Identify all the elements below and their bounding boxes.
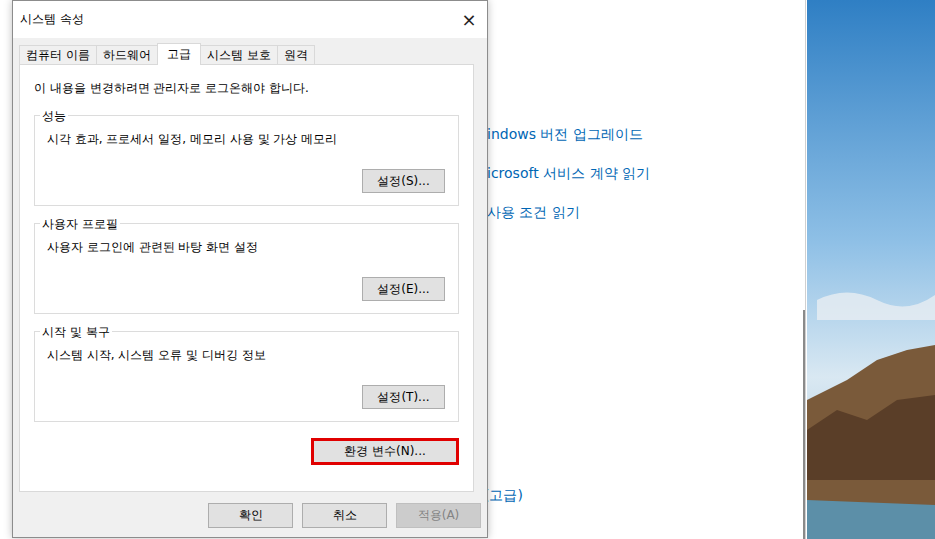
link[interactable]: indows 버전 업그레이드 [487, 124, 805, 144]
dialog-button[interactable]: 확인 [208, 503, 293, 528]
tab[interactable]: 고급 [157, 43, 201, 65]
group-description: 시스템 시작, 시스템 오류 및 디버깅 정보 [47, 347, 445, 363]
screen: indows 버전 업그레이드 icrosoft 서비스 계약 읽기사용 조건 읽… [0, 0, 935, 539]
link[interactable]: 사용 조건 읽기 [487, 202, 805, 222]
environment-variables-button[interactable]: 환경 변수(N)... [311, 438, 459, 465]
group-box: 시작 및 복구 시스템 시작, 시스템 오류 및 디버깅 정보 설정(T)... [34, 331, 459, 422]
tab-panel: 이 내용을 변경하려면 관리자로 로그온해야 합니다. 성능 시각 효과, 프로… [19, 64, 474, 492]
dialog-button[interactable]: 적용(A) [396, 503, 481, 528]
dialog-button[interactable]: 취소 [302, 503, 387, 528]
admin-notice: 이 내용을 변경하려면 관리자로 로그온해야 합니다. [34, 80, 459, 96]
group-title: 성능 [40, 108, 68, 124]
tab-strip: 컴퓨터 이름하드웨어고급시스템 보호원격 [13, 38, 487, 64]
system-properties-dialog: 시스템 속성 × 컴퓨터 이름하드웨어고급시스템 보호원격 이 내용을 변경하려… [12, 0, 488, 538]
group-description: 사용자 로그인에 관련된 바탕 화면 설정 [47, 239, 445, 255]
group-title: 사용자 프로필 [40, 216, 120, 232]
scrollbar-thumb[interactable] [803, 310, 805, 539]
close-button[interactable]: × [459, 10, 479, 30]
title-bar: 시스템 속성 × [13, 1, 487, 38]
settings-button[interactable]: 설정(S)... [362, 169, 445, 193]
group-box: 사용자 프로필 사용자 로그인에 관련된 바탕 화면 설정 설정(E)... [34, 223, 459, 314]
group-title: 시작 및 복구 [40, 324, 112, 340]
tab[interactable]: 하드웨어 [96, 45, 158, 64]
settings-button[interactable]: 설정(E)... [362, 277, 445, 301]
desktop-photo [807, 0, 935, 539]
settings-button[interactable]: 설정(T)... [362, 385, 445, 409]
dialog-buttons: 확인 취소 적용(A) [13, 492, 487, 528]
advanced-settings-link[interactable]: (고급) [484, 485, 523, 505]
window-title: 시스템 속성 [20, 11, 84, 28]
group-box: 성능 시각 효과, 프로세서 일정, 메모리 사용 및 가상 메모리 설정(S)… [34, 115, 459, 206]
tab[interactable]: 컴퓨터 이름 [19, 45, 97, 64]
tab[interactable]: 시스템 보호 [200, 45, 278, 64]
link[interactable]: icrosoft 서비스 계약 읽기 [487, 163, 805, 183]
tab[interactable]: 원격 [277, 45, 315, 64]
group-description: 시각 효과, 프로세서 일정, 메모리 사용 및 가상 메모리 [47, 131, 445, 147]
